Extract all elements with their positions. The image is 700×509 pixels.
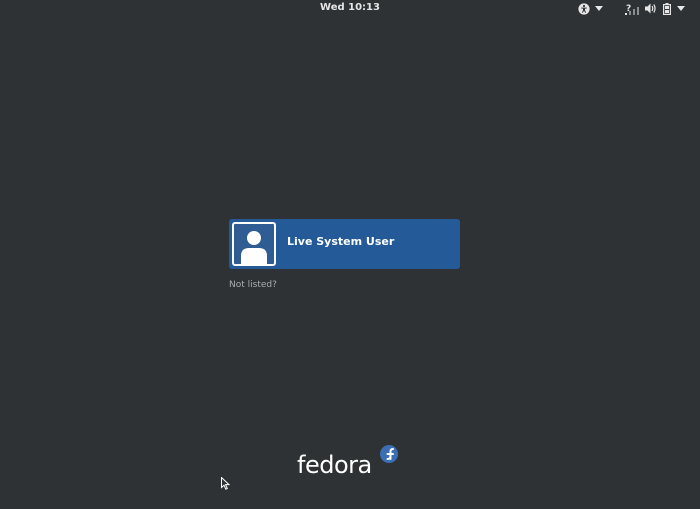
logo-text: fedora [297, 451, 372, 479]
accessibility-menu[interactable] [578, 2, 603, 15]
mouse-pointer-icon [221, 475, 231, 494]
volume-icon [645, 3, 657, 14]
user-icon [232, 222, 276, 266]
network-question-icon: ? [625, 3, 639, 15]
battery-icon [663, 2, 671, 15]
fedora-logo: fedora [297, 444, 407, 480]
system-menu[interactable]: ? [625, 2, 685, 15]
top-bar: Wed 10:13 ? [0, 0, 700, 18]
chevron-down-icon [677, 6, 685, 11]
user-list-item[interactable]: Live System User [229, 219, 460, 269]
fedora-infinity-icon [379, 444, 399, 468]
not-listed-link[interactable]: Not listed? [229, 280, 277, 290]
chevron-down-icon [595, 6, 603, 11]
accessibility-icon [578, 2, 590, 15]
user-name: Live System User [287, 235, 395, 248]
